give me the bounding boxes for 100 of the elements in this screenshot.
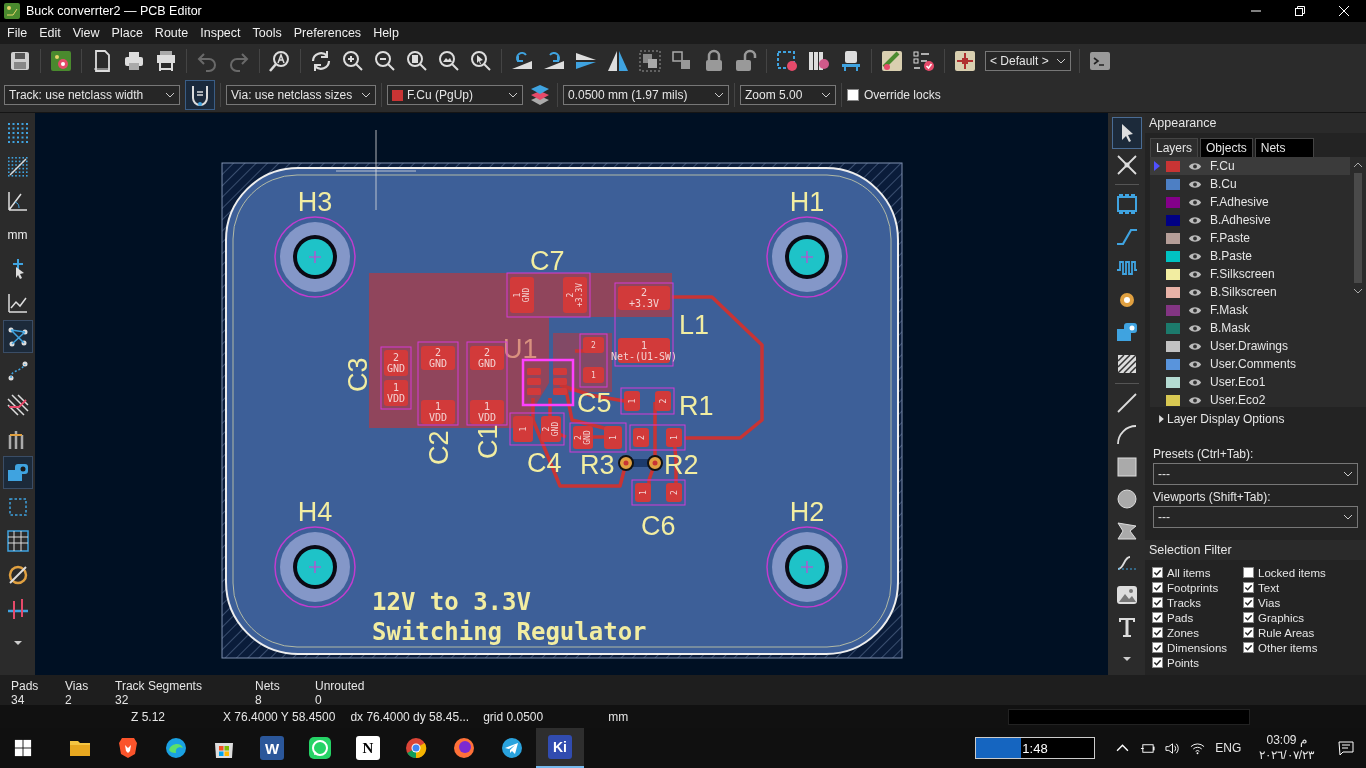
eye-icon[interactable] — [1188, 269, 1202, 279]
terminal-icon[interactable] — [1088, 49, 1112, 73]
close-icon[interactable] — [1338, 5, 1350, 17]
filter-checkbox[interactable] — [1152, 612, 1163, 623]
paper-plane-icon[interactable] — [500, 736, 524, 760]
polygon-icon[interactable] — [1114, 519, 1139, 543]
zoom-dropdown[interactable]: Zoom 5.00 — [740, 85, 836, 105]
clock-time[interactable]: 03:09 م — [1266, 733, 1307, 748]
start-icon[interactable] — [14, 739, 32, 757]
eye-icon[interactable] — [1188, 215, 1202, 225]
filter-checkbox[interactable] — [1243, 597, 1254, 608]
lion-shield-icon[interactable] — [116, 736, 140, 760]
layer-row[interactable]: User.Eco2 — [1150, 391, 1350, 409]
group-icon[interactable] — [638, 49, 662, 73]
board-gear-icon[interactable] — [49, 49, 73, 73]
crossed-line-icon[interactable] — [5, 596, 30, 621]
layer-display-options[interactable]: Layer Display Options — [1145, 407, 1366, 426]
footprint-edit-icon[interactable] — [775, 49, 799, 73]
layer-row[interactable]: F.Paste — [1150, 229, 1350, 247]
clock-date[interactable]: ٢٠٢٦/٠٧/٢٣ — [1259, 748, 1314, 763]
plotter-icon[interactable] — [154, 49, 178, 73]
refresh-icon[interactable] — [309, 49, 333, 73]
save-icon[interactable] — [8, 49, 32, 73]
find-icon[interactable] — [268, 49, 292, 73]
filter-checkbox[interactable] — [1152, 582, 1163, 593]
via-size-dropdown[interactable]: Via: use netclass sizes — [226, 85, 376, 105]
chat-bubble-icon[interactable] — [308, 736, 332, 760]
layer-color-swatch[interactable] — [1166, 394, 1180, 406]
panel-tab[interactable]: Layers — [1150, 138, 1199, 157]
layer-color-swatch[interactable] — [1166, 214, 1180, 226]
panel-tab[interactable]: Nets — [1254, 138, 1315, 157]
menu-item[interactable]: Preferences — [293, 26, 362, 40]
printer-icon[interactable] — [122, 49, 146, 73]
menu-item[interactable]: Edit — [39, 26, 61, 40]
viewports-dropdown[interactable]: --- — [1153, 506, 1358, 528]
filter-checkbox[interactable] — [1243, 612, 1254, 623]
eye-icon[interactable] — [1188, 377, 1202, 387]
arc-icon[interactable] — [1114, 423, 1139, 447]
eye-icon[interactable] — [1188, 359, 1202, 369]
viewport-dropdown[interactable]: < Default > — [985, 51, 1071, 71]
eye-icon[interactable] — [1188, 179, 1202, 189]
scroll-thumb[interactable] — [1354, 173, 1362, 283]
word-app-icon[interactable]: W — [260, 736, 284, 760]
pad-icon[interactable] — [1114, 320, 1139, 344]
units-toggle[interactable]: mm — [2, 218, 33, 251]
layer-row[interactable]: B.Paste — [1150, 247, 1350, 265]
image-icon[interactable] — [1114, 583, 1139, 607]
track-mode-icon[interactable] — [185, 80, 215, 110]
layer-row[interactable]: F.Adhesive — [1150, 193, 1350, 211]
layer-color-swatch[interactable] — [1166, 232, 1180, 244]
scroll-up-icon[interactable] — [1353, 162, 1363, 168]
filter-checkbox[interactable] — [1152, 627, 1163, 638]
layer-dropdown[interactable]: F.Cu (PgUp) — [387, 85, 523, 105]
library-search-icon[interactable] — [807, 49, 831, 73]
menu-item[interactable]: File — [7, 26, 28, 40]
maximize-icon[interactable] — [1294, 5, 1306, 17]
scroll-down-icon[interactable] — [1353, 288, 1363, 294]
chair-icon[interactable] — [839, 49, 863, 73]
chrome-icon[interactable] — [404, 736, 428, 760]
layer-color-swatch[interactable] — [1166, 160, 1180, 172]
filter-checkbox[interactable] — [1243, 567, 1254, 578]
layer-row[interactable]: User.Drawings — [1150, 337, 1350, 355]
layer-color-swatch[interactable] — [1166, 196, 1180, 208]
wifi-icon[interactable] — [1190, 741, 1206, 755]
eye-icon[interactable] — [1188, 395, 1202, 405]
footprint-icon[interactable] — [1114, 192, 1139, 216]
dense-grid-icon[interactable] — [5, 154, 30, 179]
local-ratsnest-icon[interactable] — [1114, 153, 1139, 177]
layer-color-swatch[interactable] — [1166, 268, 1180, 280]
layer-row[interactable]: B.Cu — [1150, 175, 1350, 193]
circle-icon[interactable] — [1114, 487, 1139, 511]
layer-row[interactable]: User.Eco1 — [1150, 373, 1350, 391]
override-locks-checkbox[interactable] — [847, 89, 859, 101]
presets-dropdown[interactable]: --- — [1153, 463, 1358, 485]
layer-row[interactable]: B.Mask — [1150, 319, 1350, 337]
schematic-icon[interactable] — [953, 49, 977, 73]
layer-color-swatch[interactable] — [1166, 340, 1180, 352]
grid-dropdown[interactable]: 0.0500 mm (1.97 mils) — [563, 85, 729, 105]
eye-icon[interactable] — [1188, 323, 1202, 333]
eye-icon[interactable] — [1188, 161, 1202, 171]
zoom-out-icon[interactable] — [373, 49, 397, 73]
layer-row[interactable]: B.Adhesive — [1150, 211, 1350, 229]
filter-checkbox[interactable] — [1243, 582, 1254, 593]
layer-row[interactable]: B.Silkscreen — [1150, 283, 1350, 301]
eye-icon[interactable] — [1188, 305, 1202, 315]
eye-icon[interactable] — [1188, 341, 1202, 351]
layer-row[interactable]: User.Comments — [1150, 355, 1350, 373]
menu-item[interactable]: Route — [154, 26, 189, 40]
filter-checkbox[interactable] — [1152, 642, 1163, 653]
zoom-cursor-icon[interactable] — [469, 49, 493, 73]
wave-icon[interactable] — [164, 736, 188, 760]
volume-icon[interactable] — [1165, 741, 1181, 755]
menu-item[interactable]: Inspect — [200, 26, 241, 40]
zoom-page-icon[interactable] — [405, 49, 429, 73]
layer-row[interactable]: F.Cu — [1150, 157, 1350, 175]
menu-item[interactable]: Place — [111, 26, 143, 40]
eye-icon[interactable] — [1188, 197, 1202, 207]
eye-icon[interactable] — [1188, 287, 1202, 297]
unlock-icon[interactable] — [734, 49, 758, 73]
filter-checkbox[interactable] — [1243, 642, 1254, 653]
